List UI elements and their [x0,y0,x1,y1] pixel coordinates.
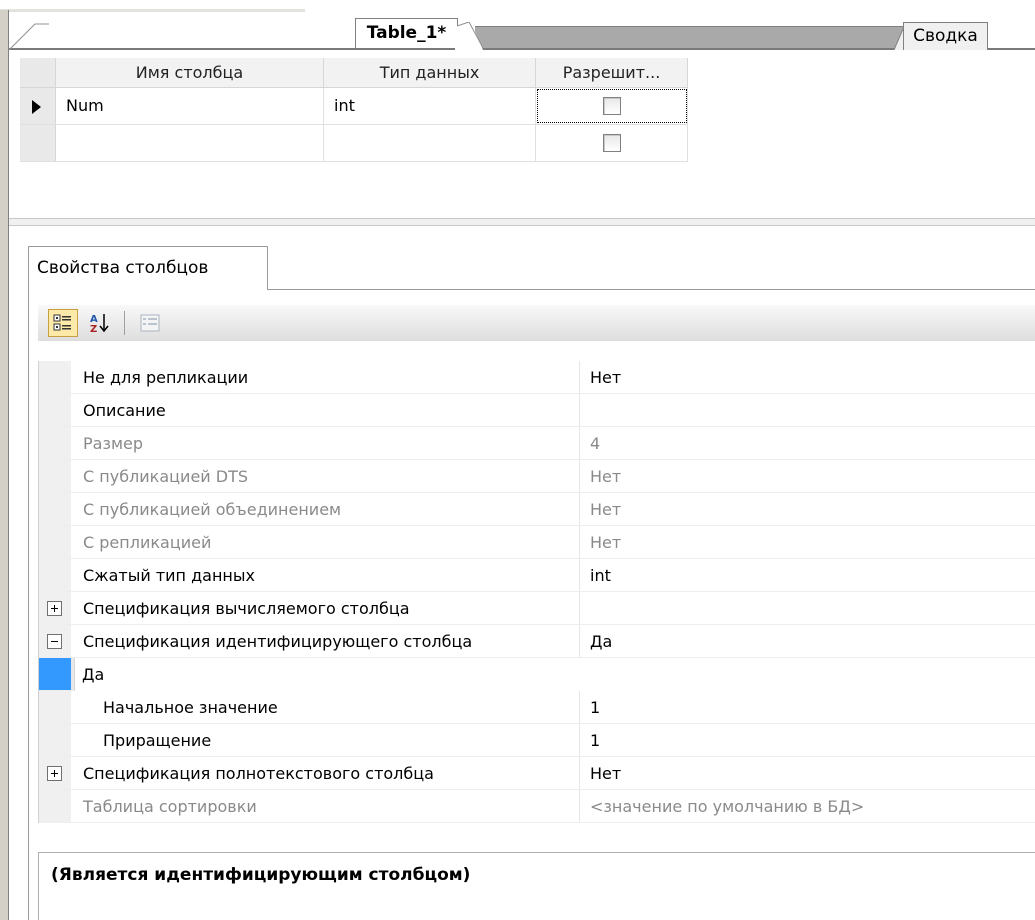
property-value[interactable]: Нет [580,757,1035,789]
tab-strip-filler [475,26,907,48]
tab-strip-left-edge [9,23,49,50]
categorized-icon [53,314,71,331]
property-value[interactable]: 1 [580,724,1035,756]
property-value[interactable]: Нет [580,493,1035,525]
table-row[interactable]: Num int [20,88,688,125]
pane-splitter[interactable] [9,218,1035,226]
data-type-cell[interactable] [324,125,536,161]
property-gutter [39,394,71,426]
property-gutter [39,724,71,756]
table-row[interactable] [20,125,688,162]
data-type-header[interactable]: Тип данных [324,58,536,87]
column-name-cell[interactable] [56,125,324,161]
property-gutter [39,790,71,822]
window-left-border [0,10,9,920]
alphabetical-button[interactable]: A Z [84,309,114,337]
properties-toolbar: A Z [38,305,1035,341]
table-design-grid: Имя столбца Тип данных Разрешит... Num i… [20,58,688,162]
toolbar-separator [124,311,125,335]
collapse-icon[interactable] [47,634,62,649]
property-row[interactable]: С публикацией объединением Нет [39,493,1035,526]
data-type-cell[interactable]: int [324,88,536,124]
property-row[interactable]: Сжатый тип данных int [39,559,1035,592]
property-row[interactable]: С публикацией DTS Нет [39,460,1035,493]
property-gutter [39,625,71,657]
property-name: Размер [71,427,580,459]
property-name: Не для репликации [71,361,580,393]
property-value[interactable]: 4 [580,427,1035,459]
property-name: Таблица сортировки [71,790,580,822]
property-name: (Является идентифицирующим столбцом) [39,658,72,690]
property-gutter [39,427,71,459]
property-name: С публикацией объединением [71,493,580,525]
property-gutter [39,493,71,525]
property-gutter [39,757,71,789]
allow-nulls-checkbox[interactable] [602,97,621,115]
property-value[interactable]: int [580,559,1035,591]
property-pages-icon [140,314,160,332]
current-row-arrow-icon [32,100,41,114]
alphabetical-icon: A Z [90,314,109,334]
property-value[interactable]: <значение по умолчанию в БД> [580,790,1035,822]
property-value[interactable]: Да [580,625,1035,657]
property-name: Спецификация вычисляемого столбца [71,592,580,624]
property-row[interactable]: Не для репликации Нет [39,361,1035,394]
property-value[interactable]: Да [72,658,104,690]
property-row[interactable]: Описание [39,394,1035,427]
property-value[interactable]: 1 [580,691,1035,723]
allow-nulls-header[interactable]: Разрешит... [536,58,688,87]
property-gutter [39,526,71,558]
header-row-selector [20,58,56,87]
property-row[interactable]: (Является идентифицирующим столбцом)Да [39,658,104,691]
property-row[interactable]: Начальное значение 1 [39,691,1035,724]
row-selector[interactable] [20,88,56,124]
property-name: Описание [71,394,580,426]
property-row[interactable]: Размер 4 [39,427,1035,460]
tab-slant-edge [455,22,483,50]
row-selector[interactable] [20,125,56,161]
svg-text:Z: Z [90,324,97,334]
property-row[interactable]: Спецификация идентифицирующего столбца Да [39,625,1035,658]
property-value[interactable] [580,592,1035,624]
property-value[interactable]: Нет [580,526,1035,558]
property-name: Спецификация идентифицирующего столбца [71,625,580,657]
property-value[interactable]: Нет [580,460,1035,492]
property-gutter [39,460,71,492]
property-row[interactable]: Спецификация вычисляемого столбца [39,592,1035,625]
description-pane: (Является идентифицирующим столбцом) [38,852,1035,920]
property-value[interactable] [580,394,1035,426]
column-name-cell[interactable]: Num [56,88,324,124]
column-name-header[interactable]: Имя столбца [56,58,324,87]
property-row[interactable]: Приращение 1 [39,724,1035,757]
property-gutter [39,592,71,624]
property-grid: Не для репликации Нет Описание Размер 4 С пуб… [38,361,1035,823]
property-gutter [39,361,71,393]
property-name: Приращение [71,724,580,756]
allow-nulls-cell[interactable] [536,125,688,161]
expand-icon[interactable] [47,766,62,781]
property-gutter [39,691,71,723]
property-gutter [39,559,71,591]
allow-nulls-cell[interactable] [536,88,688,124]
property-row[interactable]: С репликацией Нет [39,526,1035,559]
property-name: Сжатый тип данных [71,559,580,591]
description-title: (Является идентифицирующим столбцом) [51,865,471,885]
property-name: С репликацией [71,526,580,558]
tab-table-1[interactable]: Table_1* [355,18,458,48]
property-value[interactable]: Нет [580,361,1035,393]
property-row[interactable]: Спецификация полнотекстового столбца Нет [39,757,1035,790]
property-name: Спецификация полнотекстового столбца [71,757,580,789]
expand-icon[interactable] [47,601,62,616]
property-name: Начальное значение [71,691,580,723]
tab-column-properties[interactable]: Свойства столбцов [28,246,268,290]
property-name: С публикацией DTS [71,460,580,492]
grid-header: Имя столбца Тип данных Разрешит... [20,58,688,88]
allow-nulls-checkbox[interactable] [602,134,621,152]
property-row[interactable]: Таблица сортировки <значение по умолчанию… [39,790,1035,823]
tab-summary[interactable]: Сводка [903,22,988,50]
categorized-button[interactable] [48,309,78,337]
property-pages-button[interactable] [135,309,165,337]
